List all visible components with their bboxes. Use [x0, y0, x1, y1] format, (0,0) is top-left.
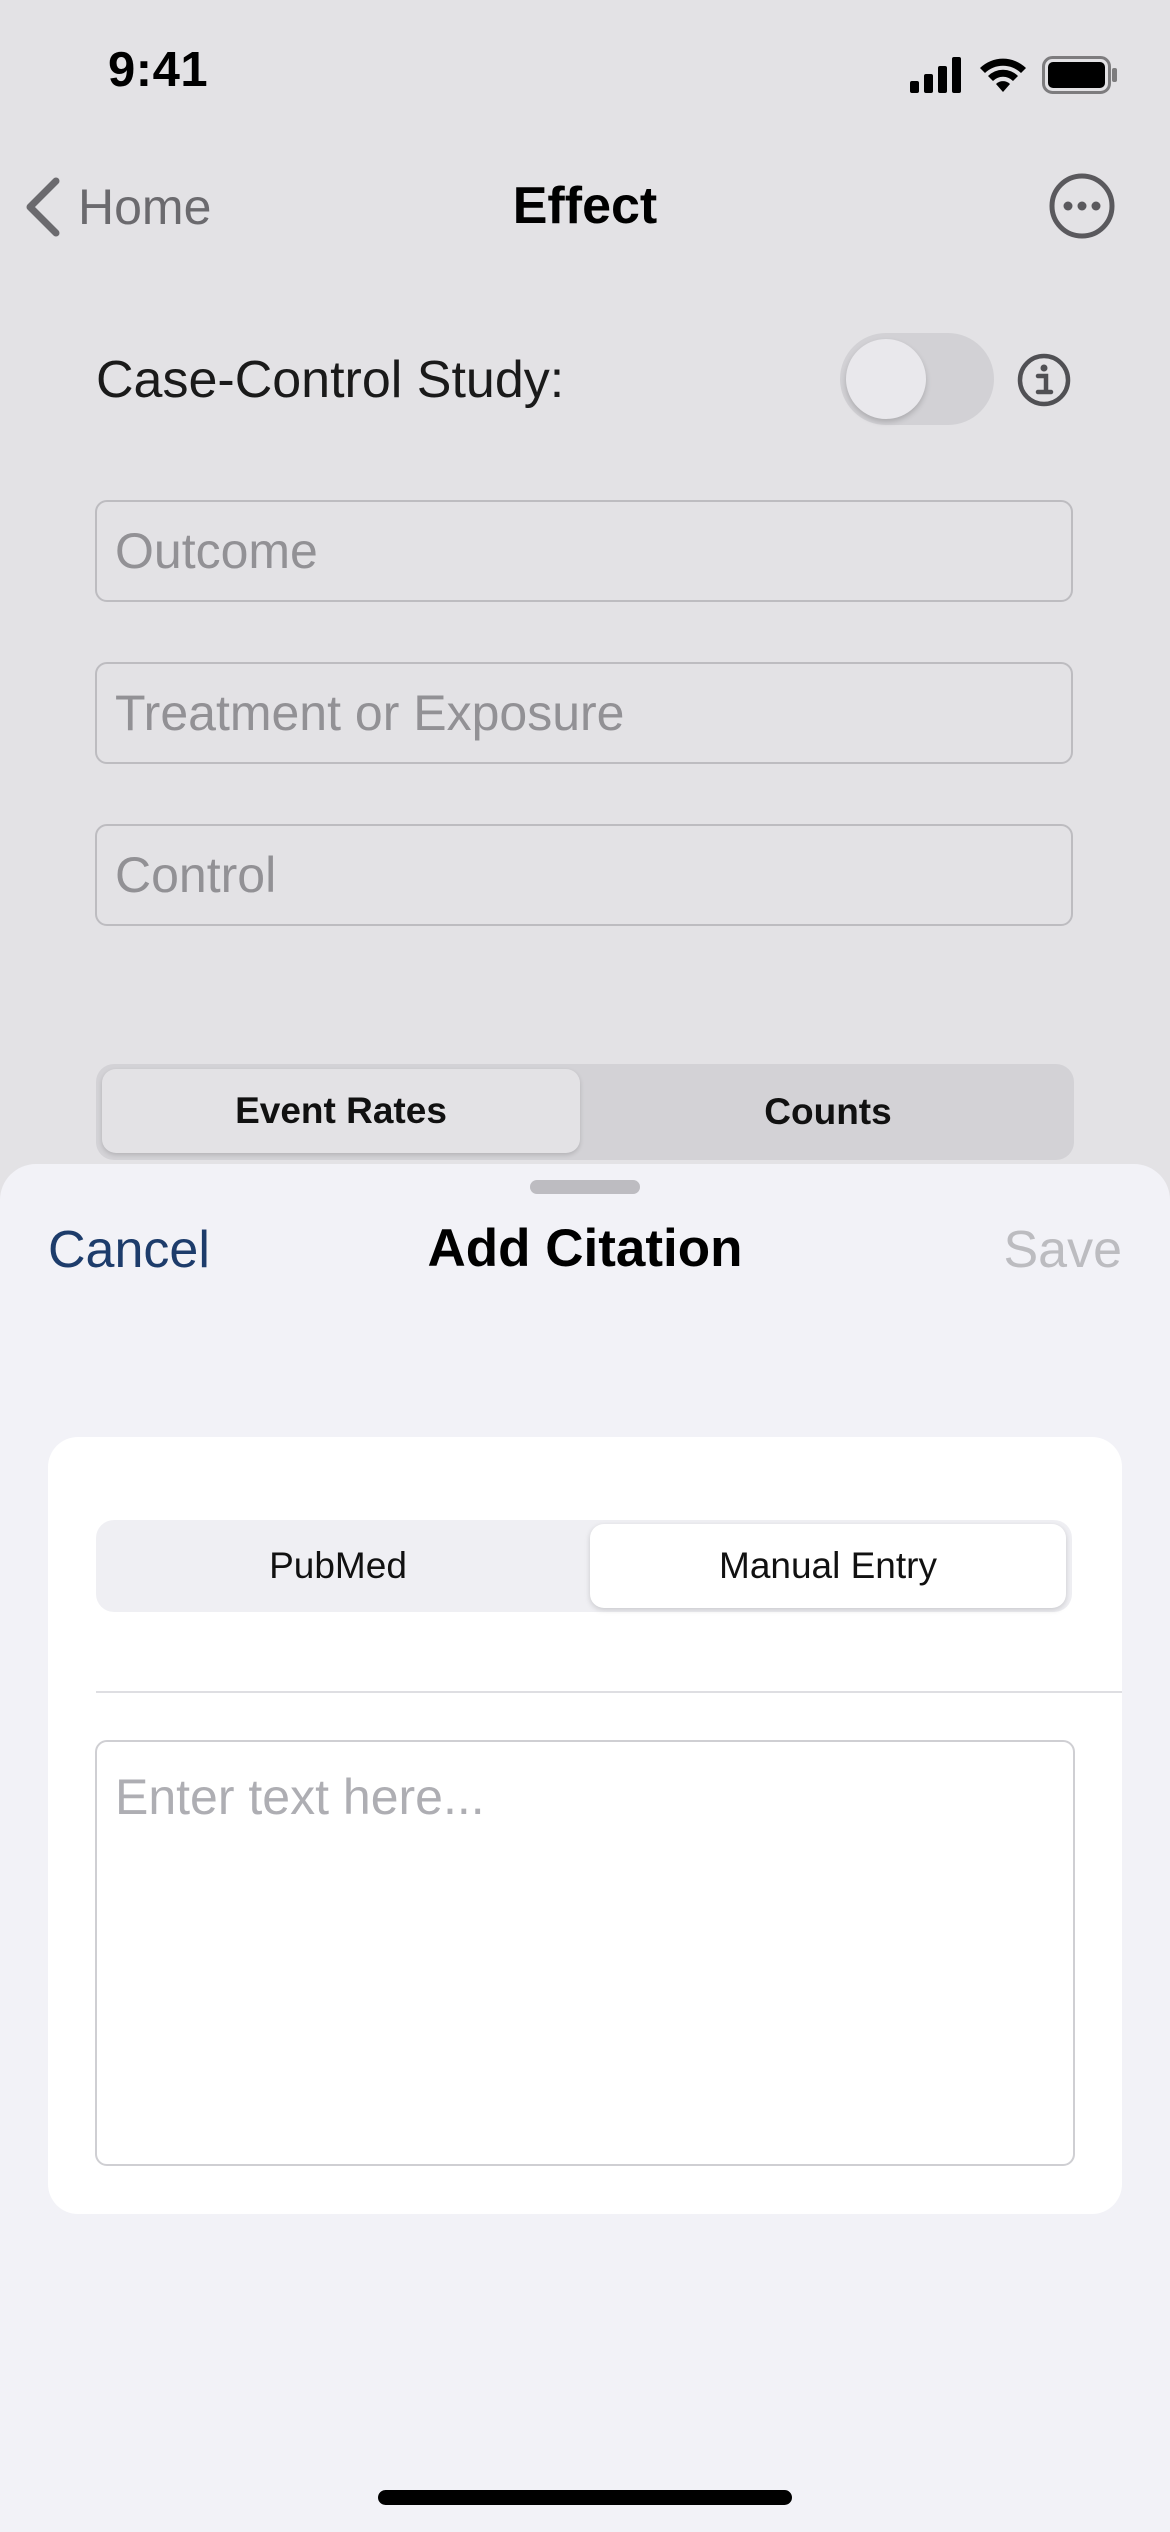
source-segmented-control: PubMed Manual Entry [96, 1520, 1072, 1612]
outcome-field[interactable]: Outcome [95, 500, 1073, 602]
cellular-signal-icon [910, 57, 961, 93]
ellipsis-circle-icon [1049, 173, 1115, 239]
sheet-title: Add Citation [427, 1219, 743, 1278]
case-control-label: Case-Control Study: [96, 351, 565, 409]
info-icon [1017, 353, 1071, 407]
status-icons [910, 52, 1118, 98]
treatment-field[interactable]: Treatment or Exposure [95, 662, 1073, 764]
case-control-toggle[interactable] [840, 333, 994, 425]
battery-icon [1042, 56, 1117, 94]
control-field[interactable]: Control [95, 824, 1073, 926]
segment-event-rates[interactable]: Event Rates [102, 1069, 580, 1153]
segment-pubmed[interactable]: PubMed [96, 1520, 580, 1612]
mode-segmented-control: Event Rates Counts [96, 1064, 1074, 1160]
sheet-grabber[interactable] [530, 1180, 640, 1194]
wifi-icon [980, 58, 1026, 92]
citation-text-input[interactable]: Enter text here... [95, 1740, 1075, 2166]
segment-manual-entry[interactable]: Manual Entry [590, 1524, 1066, 1608]
page-title: Effect [512, 177, 658, 235]
segment-counts[interactable]: Counts [586, 1064, 1070, 1160]
status-time: 9:41 [108, 43, 209, 97]
info-button[interactable] [1016, 352, 1072, 408]
save-button[interactable]: Save [1003, 1220, 1122, 1280]
divider [96, 1691, 1122, 1693]
toggle-knob [846, 339, 926, 419]
more-button[interactable] [1048, 172, 1116, 240]
home-indicator[interactable] [378, 2490, 792, 2505]
